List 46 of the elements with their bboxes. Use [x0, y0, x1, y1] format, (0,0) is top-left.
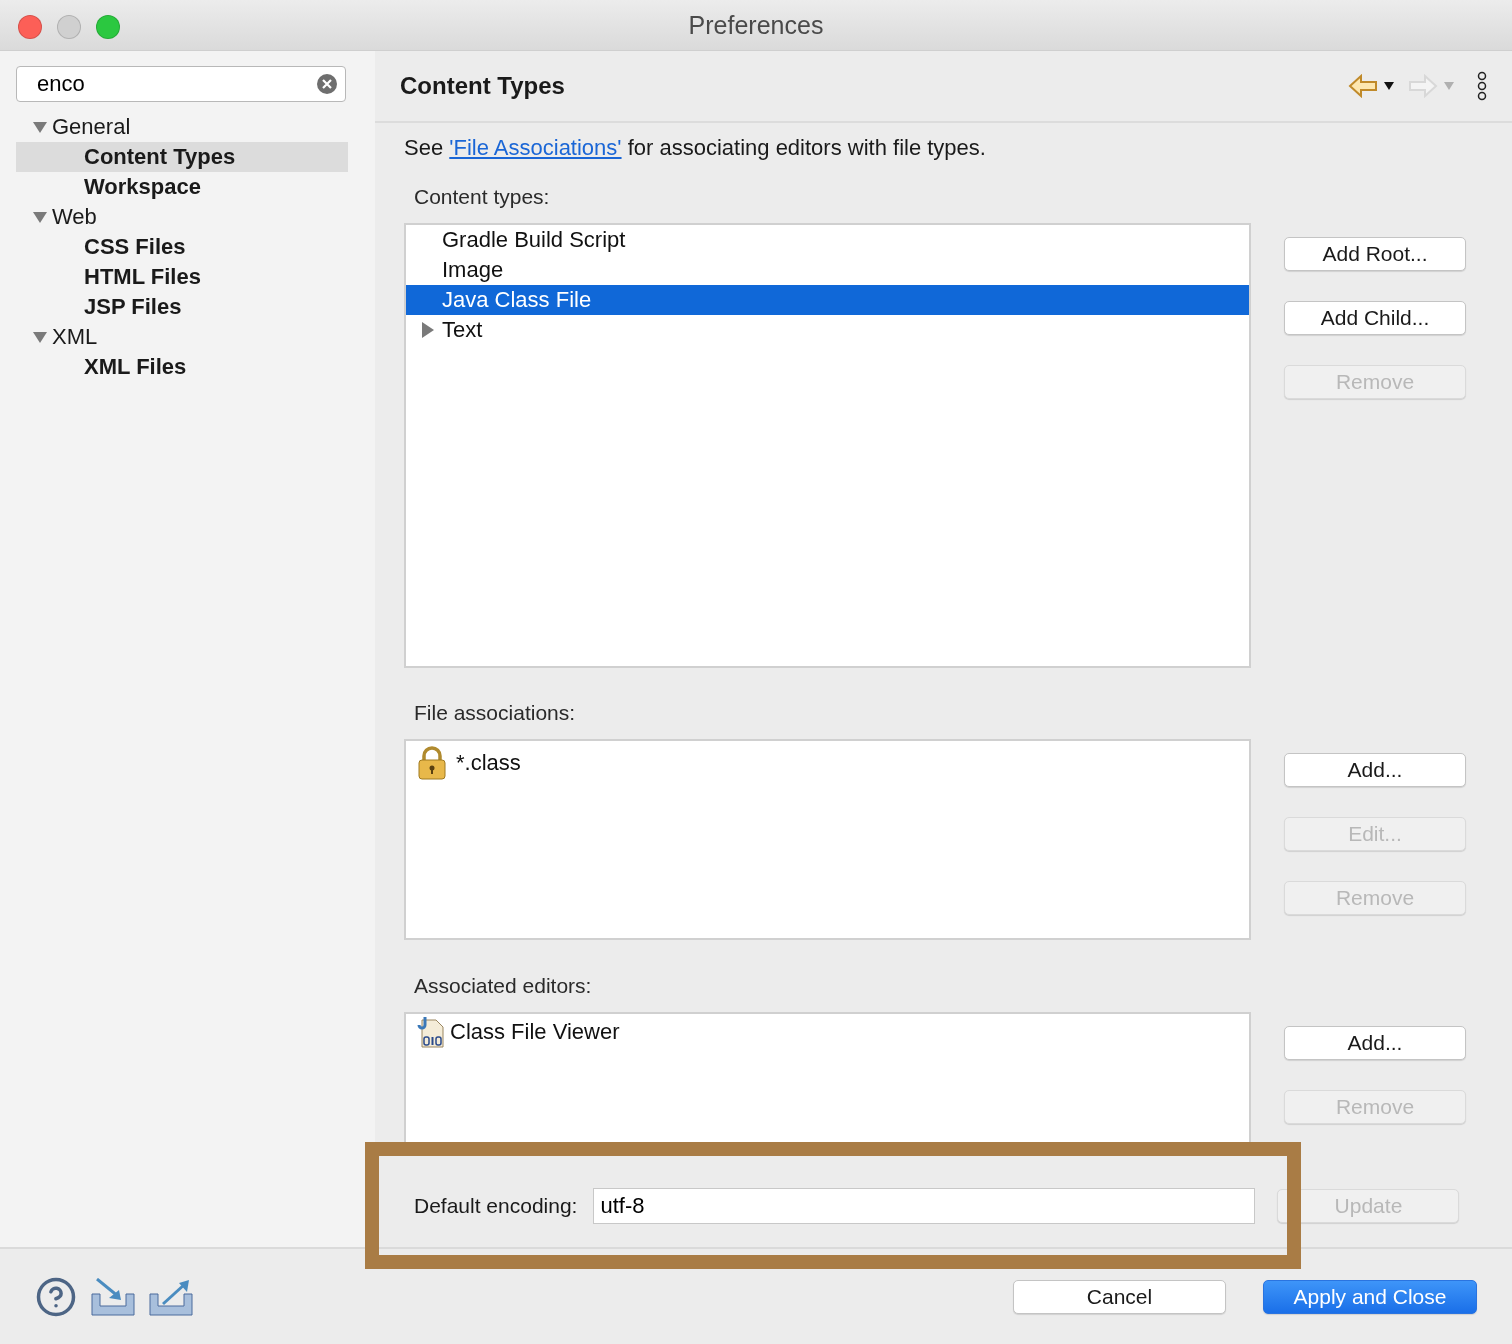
zoom-button[interactable]: [96, 15, 120, 39]
collapsed-triangle-icon[interactable]: [420, 321, 436, 339]
tree-item[interactable]: Content Types: [16, 142, 348, 172]
list-item[interactable]: Image: [406, 255, 1249, 285]
tree-item[interactable]: HTML Files: [16, 262, 348, 292]
intro-text: See 'File Associations' for associating editors with file types.: [404, 135, 987, 161]
expanded-triangle-icon[interactable]: [32, 119, 48, 135]
back-button[interactable]: [1348, 74, 1394, 98]
tree-item[interactable]: Web: [16, 202, 348, 232]
page-title: Content Types: [400, 72, 566, 100]
side-button[interactable]: Add Child...: [1284, 301, 1466, 335]
tree-item[interactable]: CSS Files: [16, 232, 348, 262]
side-button[interactable]: Add Root...: [1284, 237, 1466, 271]
close-button[interactable]: [18, 15, 42, 39]
expanded-triangle-icon[interactable]: [32, 329, 48, 345]
tree-item[interactable]: XML: [16, 322, 348, 352]
apply-and-close-button[interactable]: Apply and Close: [1263, 1279, 1477, 1314]
tree-item[interactable]: General: [16, 112, 348, 142]
list-item[interactable]: Class File Viewer: [406, 1014, 1249, 1050]
list-item[interactable]: Java Class File: [406, 285, 1249, 315]
encoding-field[interactable]: utf-8: [593, 1188, 1256, 1224]
more-options-icon[interactable]: [1476, 71, 1488, 101]
side-button[interactable]: Add...: [1284, 753, 1466, 787]
clear-icon[interactable]: [316, 73, 338, 95]
tree-item[interactable]: Workspace: [16, 172, 348, 202]
list-item[interactable]: *.class: [406, 745, 1249, 781]
section-label: Associated editors:: [414, 974, 593, 999]
list-item[interactable]: Gradle Build Script: [406, 225, 1249, 255]
search-field[interactable]: enco: [16, 66, 346, 102]
expanded-triangle-icon[interactable]: [32, 209, 48, 225]
class-file-icon: [416, 1016, 446, 1048]
caret-icon[interactable]: [1384, 82, 1394, 90]
import-icon[interactable]: [91, 1277, 135, 1316]
file-associations-link[interactable]: 'File Associations': [449, 135, 622, 160]
encoding-label: Default encoding:: [414, 1194, 578, 1218]
tree-item[interactable]: JSP Files: [16, 292, 348, 322]
side-button[interactable]: Add...: [1284, 1026, 1466, 1060]
tree-item[interactable]: XML Files: [16, 352, 348, 382]
section-label: File associations:: [414, 701, 577, 726]
padlock-icon: [418, 746, 446, 780]
cancel-button[interactable]: Cancel: [1013, 1279, 1226, 1314]
export-icon[interactable]: [149, 1277, 193, 1316]
list-item[interactable]: Text: [406, 315, 1249, 345]
section-label: Content types:: [414, 185, 551, 210]
window-title: Preferences: [688, 10, 824, 40]
help-icon[interactable]: [35, 1275, 77, 1318]
